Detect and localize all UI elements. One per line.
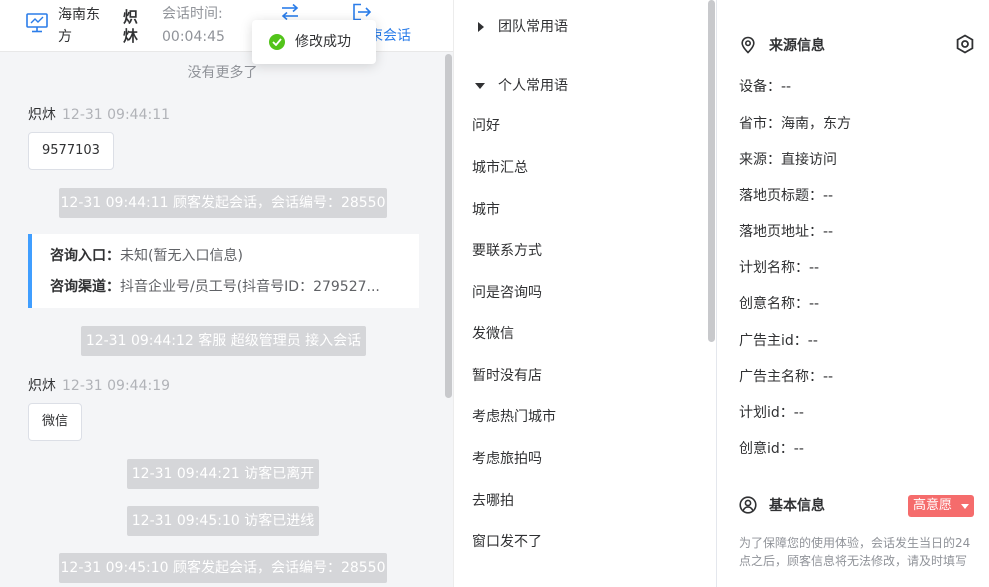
consult-channel-label: 咨询渠道： [50,279,120,295]
info-row-creative-id: 创意id：-- [739,441,804,457]
message-bubble: 微信 [28,403,83,441]
session-time-label: 会话时间: [162,6,223,22]
location-pin-icon [741,36,755,54]
info-row-source: 来源：直接访问 [739,152,837,168]
info-row-landing-url: 落地页地址：-- [739,224,834,240]
system-message: 12-31 09:44:21 访客已离开 [127,459,319,489]
chat-scrollbar[interactable] [445,54,452,398]
basic-info-title: 基本信息 [769,498,825,514]
phrase-panel: 团队常用语 个人常用语 问好 城市汇总 城市 要联系方式 问是咨询吗 发微信 暂… [453,0,716,587]
consult-entry-row: 咨询入口：未知(暂无入口信息) [50,245,410,267]
message-time: 12-31 09:44:19 [62,378,171,394]
visitor-name: 炽炑 [123,8,139,45]
caret-down-icon[interactable] [475,83,485,89]
phrase-item[interactable]: 考虑热门城市 [472,407,556,427]
info-row-device: 设备：-- [739,79,792,95]
phrase-item[interactable]: 暂时没有店 [472,366,542,386]
session-time: 00:04:45 [162,29,225,45]
system-message: 12-31 09:45:10 顾客发起会话，会话编号：28550 [59,553,387,583]
consult-entry-label: 咨询入口： [50,248,120,264]
info-row-plan-id: 计划id：-- [739,405,804,421]
intent-value: 高意愿 [913,498,953,513]
phrase-item[interactable]: 城市 [472,200,500,220]
edit-notice: 为了保障您的使用体验，会话发生当日的24点之后，顾客信息将无法修改，请及时填写 [739,536,971,568]
phrase-item[interactable]: 城市汇总 [472,158,528,178]
no-more-messages: 没有更多了 [187,65,258,81]
toast-text: 修改成功 [295,34,351,50]
phrase-item[interactable]: 问好 [472,116,500,136]
info-row-advertiser-id: 广告主id：-- [739,333,818,349]
consult-channel-value: 抖音企业号/员工号(抖音号ID：279527... [120,279,380,295]
info-row-landing-title: 落地页标题：-- [739,188,834,204]
info-panel: 来源信息 设备：-- 省市：海南，东方 来源：直接访问 落地页标题：-- 落地页… [716,0,989,587]
success-toast: 修改成功 [252,20,376,64]
visitor-location: 海南东方 [58,7,100,45]
consult-info-card: 咨询入口：未知(暂无入口信息) 咨询渠道：抖音企业号/员工号(抖音号ID：279… [28,234,419,308]
phrase-scrollbar[interactable] [708,0,715,342]
message-time: 12-31 09:44:11 [62,107,171,123]
source-info-title: 来源信息 [769,38,825,54]
transfer-icon[interactable] [280,3,300,21]
user-circle-icon [739,496,757,514]
info-row-advertiser-name: 广告主名称：-- [739,369,834,385]
consult-channel-row: 咨询渠道：抖音企业号/员工号(抖音号ID：279527... [50,276,410,298]
message-bubble: 9577103 [28,132,114,170]
info-row-creative-name: 创意名称：-- [739,296,820,312]
phrase-item[interactable]: 要联系方式 [472,241,542,261]
message-meta: 炽炑 12-31 09:44:11 [28,105,170,125]
chat-header: 海南东方 炽炑 会话时间: 00:04:45 束会话 [0,0,453,52]
caret-right-icon[interactable] [478,22,484,32]
system-message: 12-31 09:44:12 客服 超级管理员 接入会话 [81,326,366,356]
message-sender: 炽炑 [28,378,56,394]
exit-icon[interactable] [352,3,372,21]
system-message: 12-31 09:44:11 顾客发起会话，会话编号：28550 [59,188,387,218]
phrase-item[interactable]: 发微信 [472,324,514,344]
phrase-item[interactable]: 问是咨询吗 [472,283,542,303]
check-circle-icon [269,34,285,50]
message-sender: 炽炑 [28,107,56,123]
phrase-group-personal[interactable]: 个人常用语 [498,76,568,96]
intent-dropdown[interactable]: 高意愿 [908,495,974,517]
chevron-down-icon [961,504,969,509]
phrase-item[interactable]: 考虑旅拍吗 [472,449,542,469]
phrase-item[interactable]: 去哪拍 [472,491,514,511]
monitor-icon [26,13,48,33]
info-row-plan-name: 计划名称：-- [739,260,820,276]
chat-panel: 海南东方 炽炑 会话时间: 00:04:45 束会话 修改成功 没有更多了 炽炑… [0,0,453,587]
phrase-item[interactable]: 窗口发不了 [472,532,542,552]
settings-icon[interactable] [955,34,975,54]
phrase-group-team[interactable]: 团队常用语 [498,17,568,37]
info-row-province: 省市：海南，东方 [739,116,851,132]
message-meta: 炽炑 12-31 09:44:19 [28,376,170,396]
consult-entry-value: 未知(暂无入口信息) [120,248,243,264]
system-message: 12-31 09:45:10 访客已进线 [127,506,319,536]
